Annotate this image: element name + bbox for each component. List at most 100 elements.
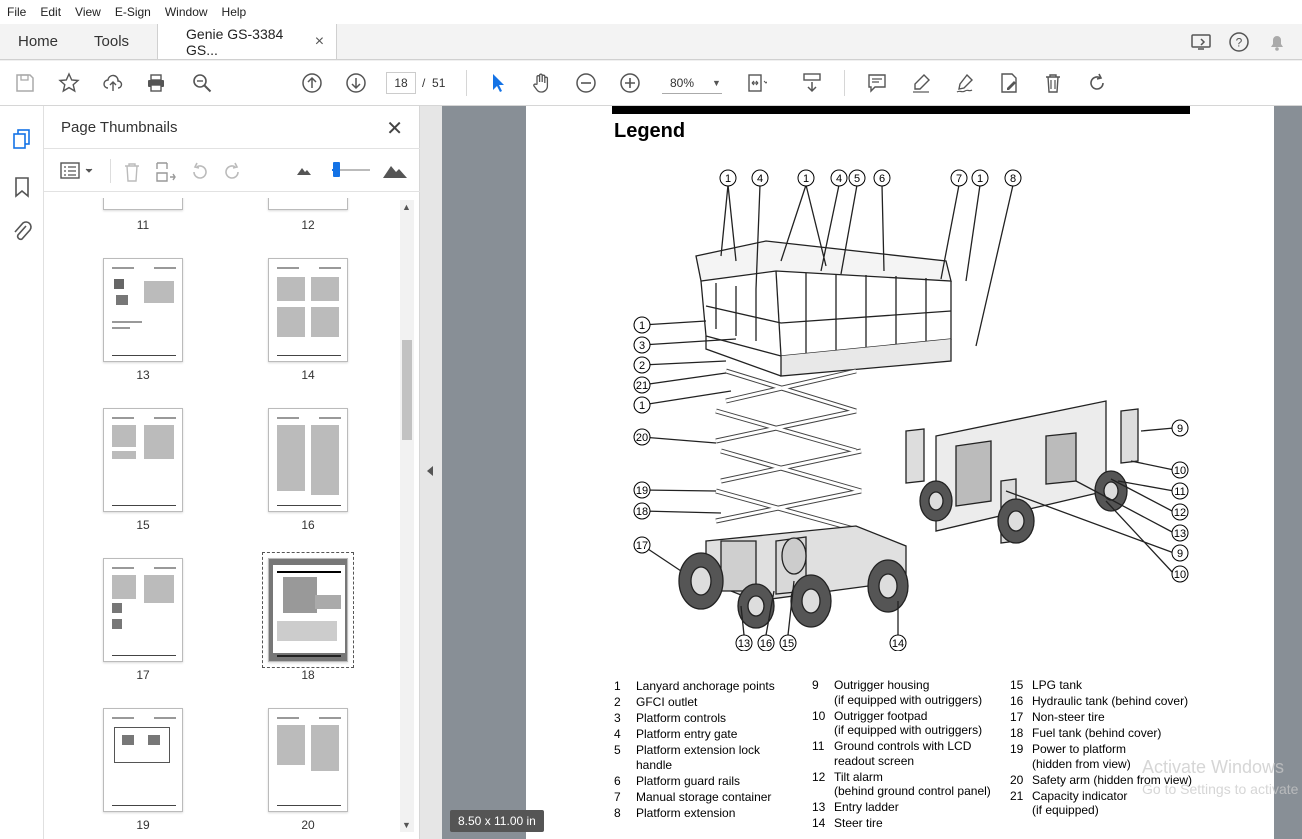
select-cursor-icon[interactable]	[486, 71, 510, 95]
fit-page-icon[interactable]	[744, 71, 768, 95]
legend-item-number: 21	[1010, 788, 1024, 803]
thumbnail-page-11[interactable]	[103, 198, 183, 210]
thumbnail-label: 18	[301, 668, 315, 682]
callout-number: 6	[879, 173, 885, 185]
collapse-panel-icon[interactable]	[427, 466, 433, 476]
callout-number: 13	[1174, 528, 1186, 540]
menu-view[interactable]: View	[68, 5, 108, 19]
menu-window[interactable]: Window	[158, 5, 215, 19]
small-thumbnails-icon[interactable]	[296, 166, 312, 176]
legend-item-number: 11	[812, 739, 825, 753]
thumbnail-list: 11 12 13 14 15 16 17 18 19 20	[60, 198, 400, 838]
main-toolbar: 18 / 51 80% ▼	[0, 61, 1302, 106]
thumbnail-page-17[interactable]	[103, 558, 183, 662]
page-number-input[interactable]: 18	[386, 72, 416, 94]
thumbnail-page-16[interactable]	[268, 408, 348, 512]
scroll-down-icon[interactable]: ▼	[402, 820, 411, 830]
notifications-bell-icon[interactable]	[1266, 31, 1288, 53]
thumbnail-page-14[interactable]	[268, 258, 348, 362]
upload-cloud-icon[interactable]	[101, 71, 125, 95]
thumbnail-page-20[interactable]	[268, 708, 348, 812]
zoom-in-icon[interactable]	[618, 71, 642, 95]
next-page-icon[interactable]	[344, 71, 368, 95]
scroll-thumb[interactable]	[402, 340, 412, 440]
legend-item: 12 Tilt alarm (behind ground control pane…	[812, 770, 1012, 799]
edit-text-icon[interactable]	[997, 71, 1021, 95]
legend-item-number: 18	[1010, 726, 1024, 740]
rotate-icon[interactable]	[1085, 71, 1109, 95]
page-thumbnails-panel: Page Thumbnails ✕ 11 12 13 14 15 16 17 1…	[44, 106, 420, 839]
thumbnail-page-12[interactable]	[268, 198, 348, 210]
delete-trash-icon[interactable]	[1041, 71, 1065, 95]
panel-splitter[interactable]	[420, 106, 442, 839]
tab-tools[interactable]: Tools	[76, 24, 147, 59]
thumbnail-page-13[interactable]	[103, 258, 183, 362]
share-screen-icon[interactable]	[1190, 31, 1212, 53]
callout-number: 19	[636, 485, 648, 497]
bookmark-star-icon[interactable]	[57, 71, 81, 95]
tab-close-icon[interactable]: ×	[315, 33, 324, 51]
thumbnail-size-slider[interactable]	[332, 162, 370, 177]
legend-item-number: 17	[1010, 710, 1024, 724]
callout-number: 8	[1010, 173, 1016, 185]
zoom-out-icon[interactable]	[574, 71, 598, 95]
thumbnail-page-15[interactable]	[103, 408, 183, 512]
legend-item-text: Outrigger footpad (if equipped with outr…	[834, 708, 983, 738]
legend-item-text: Platform controls	[636, 711, 727, 725]
legend-item-text: Power to platform (hidden from view)	[1032, 742, 1131, 771]
thumbnail-scrollbar[interactable]: ▲ ▼	[400, 200, 414, 832]
previous-page-icon[interactable]	[300, 71, 324, 95]
zoom-level-select[interactable]: 80% ▼	[662, 72, 722, 94]
callout-number: 13	[738, 638, 750, 650]
thumbnail-page-19[interactable]	[103, 708, 183, 812]
callout-number: 16	[760, 638, 772, 650]
tab-home[interactable]: Home	[0, 24, 76, 59]
comment-icon[interactable]	[865, 71, 889, 95]
scroll-mode-icon[interactable]	[800, 71, 824, 95]
callout-right: 9 10 11 12 13 9 10	[1171, 419, 1189, 583]
legend-item: 17 Non-steer tire	[1010, 710, 1210, 725]
slider-handle[interactable]	[333, 162, 340, 177]
page-thumbnails-icon[interactable]	[12, 128, 32, 150]
panel-close-icon[interactable]: ✕	[386, 116, 403, 141]
draw-signature-icon[interactable]	[953, 71, 977, 95]
legend-item-text: Non-steer tire	[1032, 710, 1105, 724]
callout-number: 20	[636, 432, 648, 444]
zoom-search-icon[interactable]	[190, 71, 214, 95]
legend-item-number: 13	[812, 800, 826, 814]
svg-text:?: ?	[1236, 35, 1243, 49]
attachments-paperclip-icon[interactable]	[12, 220, 32, 244]
legend-column-1: 1 Lanyard anchorage points 2 GFCI outlet 3 Pl…	[614, 679, 810, 822]
legend-item-number: 5	[614, 743, 621, 757]
legend-item-text: Platform extension lock handle	[636, 743, 761, 772]
page-separator: /	[422, 76, 426, 90]
legend-item-text: Platform extension	[636, 805, 736, 820]
hand-tool-icon[interactable]	[530, 71, 554, 95]
rotate-left-icon[interactable]	[188, 161, 210, 183]
legend-item-number: 10	[812, 708, 826, 723]
thumbnail-page-18[interactable]	[268, 558, 348, 662]
page-size-tooltip: 8.50 x 11.00 in	[450, 810, 544, 832]
legend-heading: Legend	[614, 120, 686, 142]
help-icon[interactable]: ?	[1228, 31, 1250, 53]
rotate-right-icon[interactable]	[222, 161, 244, 183]
menu-help[interactable]: Help	[215, 5, 254, 19]
menu-esign[interactable]: E-Sign	[108, 5, 158, 19]
large-thumbnails-icon[interactable]	[382, 161, 408, 179]
callout-number: 2	[639, 360, 645, 372]
scroll-up-icon[interactable]: ▲	[402, 202, 411, 212]
menu-file[interactable]: File	[0, 5, 33, 19]
delete-page-icon[interactable]	[122, 161, 142, 183]
highlight-pen-icon[interactable]	[909, 71, 933, 95]
bookmarks-icon[interactable]	[14, 176, 30, 198]
document-viewer[interactable]: Legend 1 4 1 4 5 6 7 1 8 1 3 2 21 1 20 1…	[442, 106, 1302, 839]
legend-item-number: 1	[614, 679, 621, 693]
save-icon[interactable]	[13, 71, 37, 95]
callout-top: 1 4 1 4 5 6 7 1 8	[719, 169, 1022, 187]
print-icon[interactable]	[144, 71, 168, 95]
extract-pages-icon[interactable]	[154, 161, 176, 183]
legend-item-text: Outrigger housing (if equipped with outr…	[834, 678, 983, 707]
thumbnail-options-icon[interactable]	[60, 162, 96, 180]
tab-document[interactable]: Genie GS-3384 GS... ×	[157, 24, 338, 59]
menu-edit[interactable]: Edit	[33, 5, 68, 19]
